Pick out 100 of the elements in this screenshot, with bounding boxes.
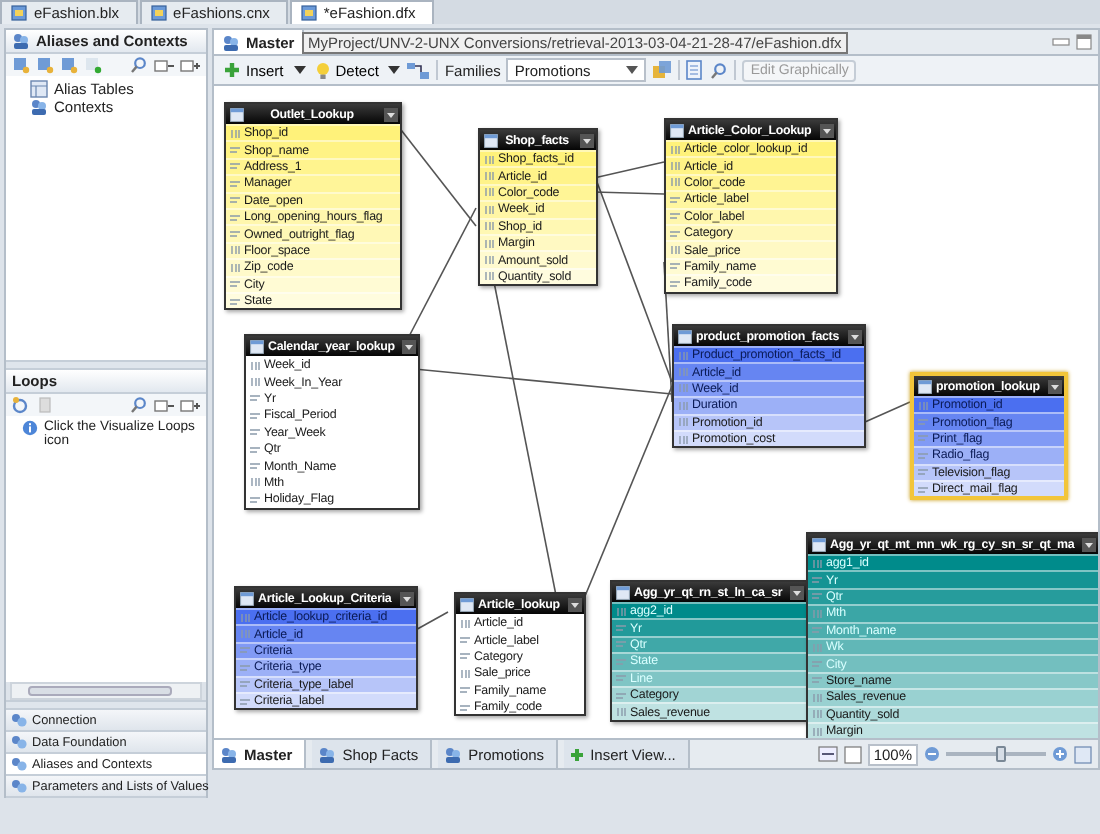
text-type-icon [918,451,928,460]
text-type-icon [460,636,470,645]
caret-icon[interactable] [790,585,805,599]
caret-icon[interactable] [819,123,834,137]
caret-icon[interactable] [567,597,582,611]
caret-icon[interactable] [293,66,306,74]
numeric-type-icon [250,478,260,487]
numeric-type-icon [678,418,688,427]
numeric-type-icon [484,155,494,164]
text-type-icon [918,418,928,427]
text-type-icon [616,624,626,633]
zoom-slider-thumb[interactable] [995,746,1005,762]
horizontal-scrollbar[interactable] [10,682,202,700]
text-type-icon [670,262,680,271]
numeric-type-icon [460,669,470,678]
alias-tool-icon[interactable] [84,56,102,74]
caret-icon[interactable] [388,66,401,74]
text-type-icon [670,195,680,204]
text-type-icon [616,674,626,683]
text-type-icon [670,212,680,221]
table-icon [250,339,264,353]
zoom-in-icon[interactable] [1052,746,1068,762]
numeric-type-icon [484,256,494,265]
numeric-type-icon [678,401,688,410]
nav-icon [10,733,28,751]
caret-icon[interactable] [402,339,417,353]
join-line [397,125,477,227]
caret-icon[interactable] [399,591,414,605]
caret-icon[interactable] [580,133,594,147]
collapse-icon[interactable] [154,397,174,413]
search-icon[interactable] [710,61,729,79]
text-type-icon [250,394,260,403]
fit-icon[interactable] [817,746,838,762]
nav-icon [10,777,28,795]
people-icon [30,98,48,116]
table-icon [240,591,254,605]
numeric-type-icon [484,188,494,197]
nav-icon [10,711,28,729]
text-type-icon [250,411,260,420]
numeric-type-icon [670,178,680,187]
text-type-icon [250,462,260,471]
numeric-type-icon [484,222,494,231]
text-type-icon [812,660,822,669]
arrange-icon[interactable] [406,61,431,79]
loop-tool-icon[interactable] [12,396,30,414]
plus-icon [224,62,240,78]
file-icon [149,4,168,22]
document-icon[interactable] [686,60,705,80]
caret-icon[interactable] [1047,379,1062,393]
zoom-out-icon[interactable] [924,746,940,762]
text-type-icon [230,230,240,239]
text-type-icon [250,428,260,437]
text-type-icon [616,691,626,700]
text-type-icon [812,592,822,601]
table-icon [616,585,630,599]
numeric-type-icon [616,708,626,717]
text-type-icon [230,280,240,289]
table-icon [678,329,692,343]
caret-icon[interactable] [1082,537,1097,551]
text-type-icon [230,196,240,205]
frame-icon[interactable] [843,745,862,763]
table-icon [230,107,244,121]
text-type-icon [812,676,822,685]
maximize-icon[interactable] [1076,34,1092,50]
expand-icon[interactable] [180,397,200,413]
alias-tool-icon[interactable] [12,56,30,74]
numeric-type-icon [460,619,470,628]
text-type-icon [670,229,680,238]
text-type-icon [918,434,928,443]
text-type-icon [250,445,260,454]
text-type-icon [230,297,240,306]
numeric-type-icon [918,401,928,410]
text-type-icon [230,213,240,222]
text-type-icon [812,576,822,585]
expand-icon[interactable] [180,57,200,73]
search-icon[interactable] [130,396,148,414]
text-type-icon [670,279,680,288]
alias-tool-icon[interactable] [60,56,78,74]
table-icon [918,379,932,393]
numeric-type-icon [240,613,250,622]
minimize-icon[interactable] [1052,36,1070,48]
file-icon [10,4,28,22]
text-type-icon [460,686,470,695]
alias-tool-icon[interactable] [36,56,54,74]
text-type-icon [240,663,250,672]
people-icon [222,33,240,51]
numeric-type-icon [678,351,688,360]
collapse-icon[interactable] [154,57,174,73]
text-type-icon [616,640,626,649]
table-icon [670,123,684,137]
numeric-type-icon [484,239,494,248]
people-icon [318,745,337,763]
text-type-icon [230,146,240,155]
caret-icon[interactable] [384,107,398,121]
search-icon[interactable] [130,56,148,74]
numeric-type-icon [678,384,688,393]
caret-icon[interactable] [847,329,861,343]
text-type-icon [460,652,470,661]
numeric-type-icon [230,263,240,272]
numeric-type-icon [678,435,688,444]
